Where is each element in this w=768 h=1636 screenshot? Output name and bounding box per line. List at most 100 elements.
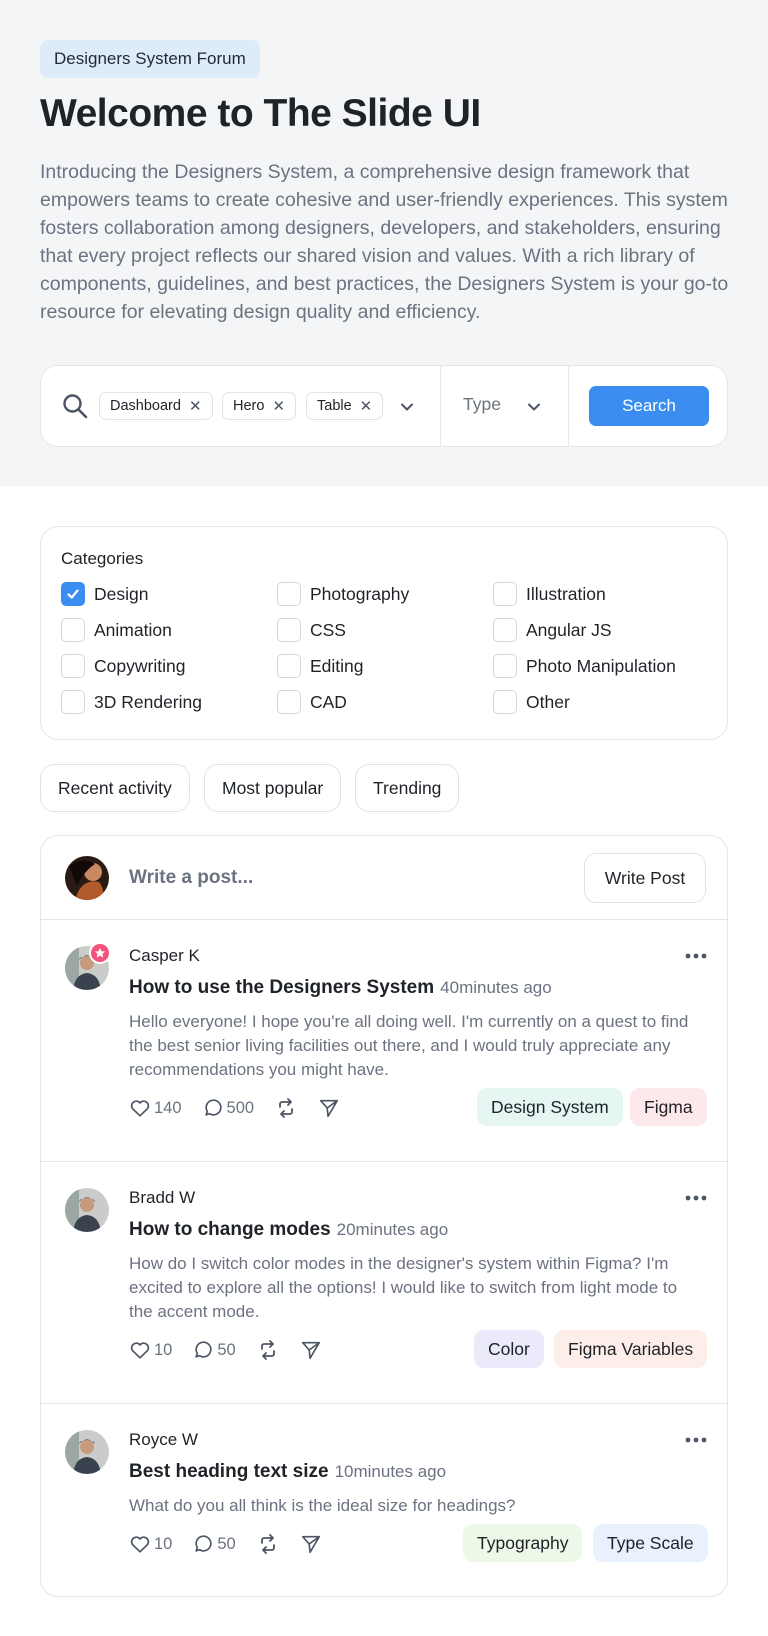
post-item[interactable]: Bradd W How to change modes 20minutes ago… bbox=[41, 1162, 727, 1404]
categories-card: Categories Design Photography Illustration… bbox=[40, 526, 728, 740]
tag-badge[interactable]: Figma bbox=[630, 1088, 707, 1126]
close-icon[interactable]: ✕ bbox=[189, 399, 202, 414]
category-label: CSS bbox=[310, 619, 346, 640]
comment-button[interactable]: 50 bbox=[192, 1339, 236, 1361]
post-author[interactable]: Royce W bbox=[129, 1430, 198, 1450]
share-button[interactable] bbox=[300, 1339, 322, 1361]
comment-icon bbox=[195, 1535, 212, 1552]
category-label: CAD bbox=[310, 691, 347, 712]
like-button[interactable]: 140 bbox=[129, 1097, 182, 1119]
avatar bbox=[65, 856, 109, 900]
tag-label: Figma Variables bbox=[568, 1338, 694, 1359]
post-title[interactable]: How to change modes 20minutes ago bbox=[129, 1219, 448, 1241]
tag-badge[interactable]: Design System bbox=[477, 1088, 623, 1126]
post-title[interactable]: How to use the Designers System 40minutes… bbox=[129, 977, 552, 999]
category-checkbox[interactable] bbox=[61, 618, 85, 642]
chevron-down-icon[interactable] bbox=[526, 399, 542, 415]
tag-badge[interactable]: Color bbox=[474, 1330, 544, 1368]
category-checkbox[interactable] bbox=[277, 690, 301, 714]
post-body: Hello everyone! I hope you're all doing … bbox=[129, 1012, 689, 1079]
category-option[interactable]: Copywriting bbox=[61, 654, 185, 678]
comment-button[interactable]: 500 bbox=[202, 1097, 254, 1119]
post-item[interactable]: Casper K How to use the Designers System… bbox=[41, 920, 727, 1162]
post-title-text: How to use the Designers System bbox=[129, 977, 435, 998]
category-checkbox[interactable] bbox=[493, 654, 517, 678]
comment-button[interactable]: 50 bbox=[192, 1533, 236, 1555]
share-button[interactable] bbox=[300, 1533, 322, 1555]
type-select[interactable]: Type bbox=[463, 394, 501, 415]
category-label: 3D Rendering bbox=[94, 691, 202, 712]
post-time: 20minutes ago bbox=[336, 1220, 449, 1239]
post-author[interactable]: Bradd W bbox=[129, 1188, 195, 1208]
search-button[interactable]: Search bbox=[589, 386, 709, 426]
more-dots-icon[interactable] bbox=[685, 1195, 707, 1201]
write-post-input[interactable]: Write a post... bbox=[129, 867, 253, 889]
category-checkbox[interactable] bbox=[277, 582, 301, 606]
category-checkbox[interactable] bbox=[61, 654, 85, 678]
post-title-text: How to change modes bbox=[129, 1219, 331, 1240]
avatar bbox=[65, 1430, 109, 1474]
share-button[interactable] bbox=[318, 1097, 340, 1119]
page-title: Welcome to The Slide UI bbox=[40, 92, 481, 135]
category-option[interactable]: Other bbox=[493, 690, 570, 714]
post-item[interactable]: Royce W Best heading text size 10minutes … bbox=[41, 1404, 727, 1596]
category-option[interactable]: 3D Rendering bbox=[61, 690, 202, 714]
send-icon bbox=[319, 1099, 339, 1118]
post-actions: 10 50 bbox=[129, 1532, 342, 1556]
category-option[interactable]: Photography bbox=[277, 582, 409, 606]
like-button[interactable]: 10 bbox=[129, 1339, 172, 1361]
repost-button[interactable] bbox=[256, 1532, 280, 1556]
category-checkbox[interactable] bbox=[493, 618, 517, 642]
post-feed: Write a post... Write Post Casper K How … bbox=[40, 835, 728, 1597]
category-option[interactable]: Editing bbox=[277, 654, 364, 678]
filter-chip-table[interactable]: Table ✕ bbox=[306, 392, 384, 420]
category-label: Other bbox=[526, 691, 570, 712]
category-option[interactable]: Angular JS bbox=[493, 618, 612, 642]
category-checkbox[interactable] bbox=[61, 582, 85, 606]
category-checkbox[interactable] bbox=[277, 654, 301, 678]
write-post-button[interactable]: Write Post bbox=[584, 853, 706, 903]
filter-chip-dashboard[interactable]: Dashboard ✕ bbox=[99, 392, 213, 420]
post-title[interactable]: Best heading text size 10minutes ago bbox=[129, 1461, 446, 1483]
more-dots-icon[interactable] bbox=[685, 1437, 707, 1443]
category-label: Photography bbox=[310, 583, 410, 604]
post-author[interactable]: Casper K bbox=[129, 946, 200, 966]
category-option[interactable]: CSS bbox=[277, 618, 346, 642]
category-checkbox[interactable] bbox=[493, 690, 517, 714]
filter-trending[interactable]: Trending bbox=[355, 764, 460, 812]
more-dots-icon[interactable] bbox=[685, 953, 707, 959]
category-option[interactable]: Illustration bbox=[493, 582, 606, 606]
like-count: 10 bbox=[154, 1534, 173, 1553]
category-option[interactable]: Design bbox=[61, 582, 148, 606]
category-label: Illustration bbox=[526, 583, 606, 604]
repost-button[interactable] bbox=[256, 1338, 280, 1362]
hero-section: Designers System Forum Welcome to The Sl… bbox=[0, 0, 768, 486]
filter-chip-hero[interactable]: Hero ✕ bbox=[222, 392, 297, 420]
send-icon bbox=[301, 1535, 320, 1554]
repost-button[interactable] bbox=[274, 1096, 298, 1120]
post-time: 40minutes ago bbox=[440, 978, 552, 997]
heart-icon bbox=[130, 1342, 150, 1359]
like-button[interactable]: 10 bbox=[129, 1533, 172, 1555]
category-checkbox[interactable] bbox=[493, 582, 517, 606]
chevron-down-icon[interactable] bbox=[399, 399, 415, 415]
chip-label: Dashboard bbox=[110, 398, 181, 414]
filter-most-popular[interactable]: Most popular bbox=[204, 764, 342, 812]
category-label: Copywriting bbox=[94, 655, 186, 676]
category-option[interactable]: CAD bbox=[277, 690, 347, 714]
category-option[interactable]: Photo Manipulation bbox=[493, 654, 676, 678]
category-checkbox[interactable] bbox=[277, 618, 301, 642]
tag-badge[interactable]: Type Scale bbox=[593, 1524, 708, 1562]
avatar bbox=[65, 1188, 109, 1232]
category-checkbox[interactable] bbox=[61, 690, 85, 714]
post-time: 10minutes ago bbox=[334, 1462, 447, 1481]
tag-badge[interactable]: Figma Variables bbox=[554, 1330, 708, 1368]
comment-count: 50 bbox=[217, 1534, 236, 1553]
category-label: Angular JS bbox=[526, 619, 612, 640]
close-icon[interactable]: ✕ bbox=[360, 399, 373, 414]
tag-label: Color bbox=[488, 1338, 530, 1359]
category-option[interactable]: Animation bbox=[61, 618, 172, 642]
close-icon[interactable]: ✕ bbox=[272, 399, 285, 414]
tag-badge[interactable]: Typography bbox=[463, 1524, 583, 1562]
filter-recent-activity[interactable]: Recent activity bbox=[40, 764, 190, 812]
